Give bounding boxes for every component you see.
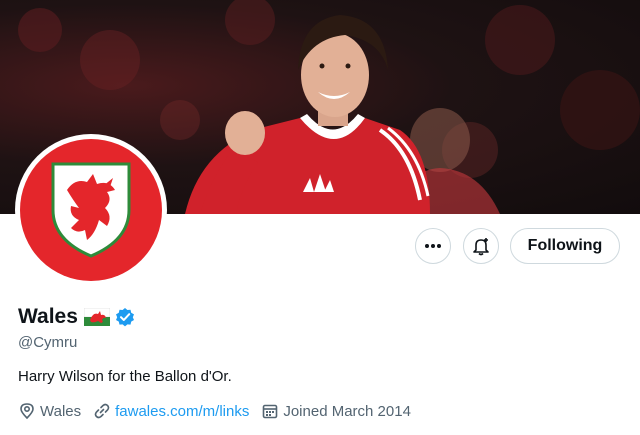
location-item: Wales (18, 402, 81, 420)
calendar-icon (263, 404, 278, 419)
location-text: Wales (40, 402, 82, 420)
joined-text: Joined March 2014 (283, 402, 411, 420)
website-item: fawales.com/m/links (93, 402, 249, 420)
location-pin-icon (20, 403, 34, 420)
following-button[interactable]: Following (510, 228, 620, 264)
more-icon (425, 244, 441, 248)
profile-name-row: Wales (18, 302, 135, 332)
joined-item: Joined March 2014 (261, 402, 411, 420)
welsh-dragon-crest-icon (51, 162, 131, 258)
profile-meta: Wales fawales.com/m/links Joined March 2… (18, 401, 423, 421)
website-link[interactable]: fawales.com/m/links (115, 403, 249, 420)
notifications-button[interactable] (463, 228, 499, 264)
welsh-flag-icon (83, 308, 110, 326)
profile-bio: Harry Wilson for the Ballon d'Or. (18, 368, 232, 385)
verified-badge-icon[interactable] (115, 307, 135, 327)
more-options-button[interactable] (415, 228, 451, 264)
profile-avatar[interactable] (15, 134, 167, 286)
link-icon (94, 403, 110, 419)
notification-bell-icon (473, 238, 489, 256)
avatar-crest (20, 139, 162, 281)
display-name: Wales (18, 305, 78, 328)
profile-handle: @Cymru (18, 334, 78, 351)
